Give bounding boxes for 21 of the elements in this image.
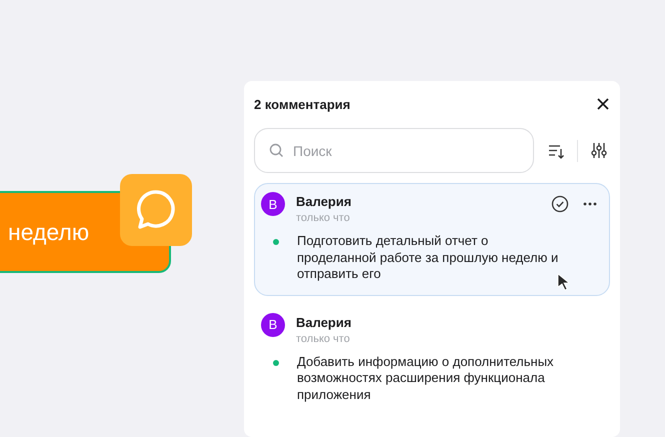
more-icon[interactable] [583,202,597,206]
resolve-check-icon[interactable] [551,195,569,213]
comment-card[interactable]: В Валерия только что Добавить информацию о дополнительных возможностях расширения функционала приложения [254,304,610,416]
bullet-dot [273,360,279,366]
comment-card[interactable]: В Валерия только что Подготовить детальный отчет о проделанной работе за прошлую неделю и отправить его [254,183,610,296]
search-field[interactable]: Поиск [254,128,534,173]
author-name: Валерия [296,314,352,332]
author-name: Валерия [296,193,352,211]
comment-time: только что [296,211,351,225]
panel-title: 2 комментария [254,96,350,112]
avatar: В [261,312,285,336]
comment-text: Подготовить детальный отчет о проделанной работе за прошлую неделю и отправить его [297,233,559,282]
comment-text: Добавить информацию о дополнительных возможностях расширения функционала приложения [297,354,555,403]
avatar: В [261,192,285,216]
cursor-icon [557,273,570,290]
comment-time: только что [296,332,351,346]
bullet-dot [273,239,279,245]
sort-icon[interactable] [548,142,564,158]
search-icon [269,143,284,158]
close-icon[interactable] [596,97,610,111]
filter-sliders-icon[interactable] [591,142,607,159]
